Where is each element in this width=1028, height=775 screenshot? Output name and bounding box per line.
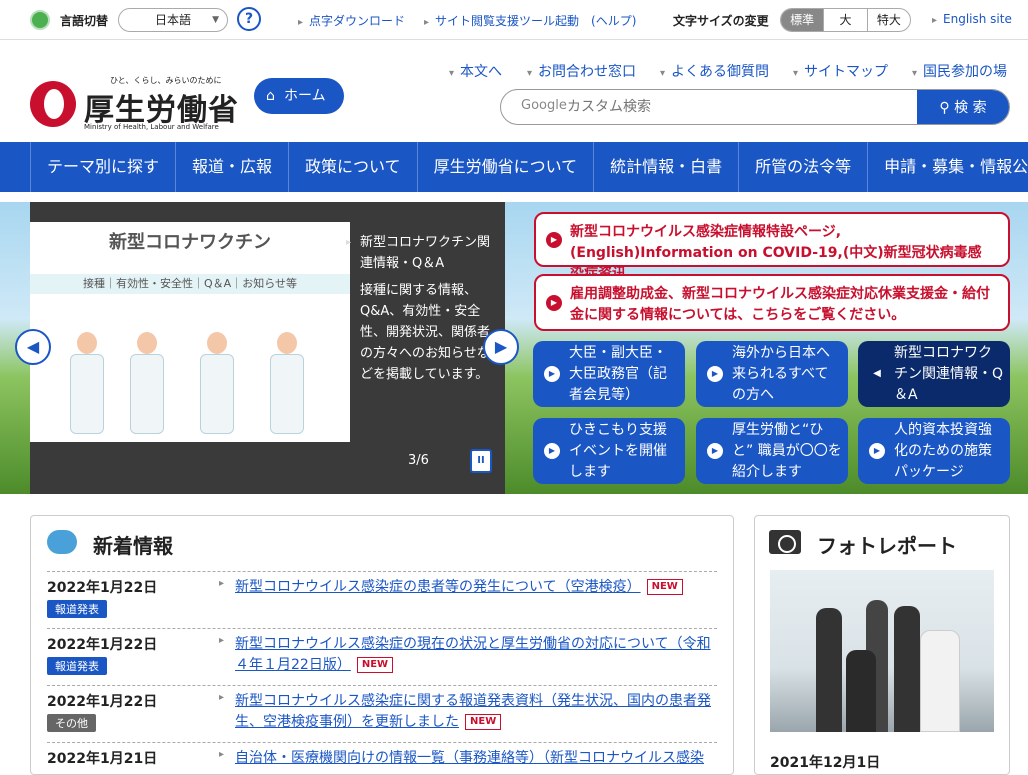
english-site-link[interactable]: English site <box>932 12 1012 26</box>
vaccine-banner-image[interactable]: 新型コロナワクチン 接種｜有効性・安全性｜Q＆A｜お知らせ等 <box>30 222 350 442</box>
font-size-standard[interactable]: 標準 <box>781 9 824 31</box>
news-category-badge: 報道発表 <box>47 657 107 675</box>
speech-bubble-icon <box>47 530 77 554</box>
photo-report-image[interactable] <box>770 570 994 732</box>
news-row: 2022年1月22日 報道発表 ▸ 新型コロナウイルス感染症の患者等の発生について（空… <box>47 571 717 618</box>
arrow-circle-icon: ▶ <box>869 443 885 459</box>
chevron-right-icon: ▸ <box>219 635 225 646</box>
news-title: 新着情報 <box>93 534 173 558</box>
nav-item-press[interactable]: 報道・広報 <box>176 142 290 192</box>
chevron-right-icon: ▸ <box>219 749 225 760</box>
news-date: 2022年1月21日 <box>47 751 158 767</box>
doctor-illustration-icon <box>200 332 234 452</box>
sitemap-link[interactable]: サイトマップ <box>793 61 888 81</box>
new-badge: NEW <box>465 714 502 730</box>
news-category-badge: 報道発表 <box>47 600 107 618</box>
font-size-large[interactable]: 大 <box>823 9 866 31</box>
photo-report-date: 2021年12月1日 <box>770 755 881 771</box>
carousel-next-button[interactable]: ▶ <box>483 329 519 365</box>
main-nav: テーマ別に探す 報道・広報 政策について 厚生労働省について 統計情報・白書 所… <box>0 142 1028 192</box>
arrow-circle-icon: ▶ <box>544 443 560 459</box>
quick-link-minister[interactable]: ▶ 大臣・副大臣・大臣政務官（記者会見等） <box>533 341 685 407</box>
search-box: Google ⚲ 検 索 <box>500 89 1010 125</box>
chevron-right-icon: ▸ <box>219 692 225 703</box>
home-icon: ⌂ <box>266 88 275 104</box>
news-panel: 新着情報 2022年1月22日 報道発表 ▸ 新型コロナウイルス感染症の患者等の発生に… <box>30 515 734 775</box>
carousel-slide: 新型コロナワクチン 接種｜有効性・安全性｜Q＆A｜お知らせ等 新型コロナワクチン… <box>30 202 505 494</box>
news-link[interactable]: 自治体・医療機関向けの情報一覧（事務連絡等）（新型コロナウイルス感染 <box>235 748 717 769</box>
chevron-right-icon: ▸ <box>219 578 225 589</box>
language-select[interactable]: 日本語 ▼ <box>118 8 228 32</box>
news-row: 2022年1月22日 報道発表 ▸ 新型コロナウイルス感染症の現在の状況と厚生労働省の… <box>47 628 717 675</box>
news-link[interactable]: 新型コロナウイルス感染症の患者等の発生について（空港検疫） NEW <box>235 577 717 598</box>
news-date: 2022年1月22日 <box>47 694 158 710</box>
utility-bar: 言語切替 日本語▼ ? 点字ダウンロード サイト閲覧支援ツール起動 (ヘルプ) … <box>0 0 1028 40</box>
carousel-caption-title[interactable]: 新型コロナワクチン関連情報・Q＆A <box>346 232 500 274</box>
search-icon: ⚲ <box>939 100 950 116</box>
font-size-toggle: 標準 大 特大 <box>780 8 911 32</box>
nav-item-laws[interactable]: 所管の法令等 <box>739 142 869 192</box>
carousel-caption: 新型コロナワクチン関連情報・Q＆A 接種に関する情報、Q&A、有効性・安全性、開… <box>346 232 500 385</box>
new-badge: NEW <box>356 657 394 673</box>
mhlw-logo-mark-icon <box>30 81 76 127</box>
home-button[interactable]: ⌂ ホーム <box>254 78 344 114</box>
quick-link-vaccine[interactable]: ◀ 新型コロナワクチン関連情報・Q＆A <box>858 341 1010 407</box>
public-participation-link[interactable]: 国民参加の場 <box>912 61 1007 81</box>
news-row: 2022年1月22日 その他 ▸ 新型コロナウイルス感染症に関する報道発表資料（発生状… <box>47 685 717 732</box>
nav-item-themes[interactable]: テーマ別に探す <box>30 142 177 192</box>
banner-title: 新型コロナワクチン <box>109 232 271 253</box>
arrow-circle-icon: ▶ <box>546 231 562 248</box>
covid-info-alert[interactable]: ▶ 新型コロナウイルス感染症情報特設ページ,(English)Informatio… <box>534 212 1010 282</box>
nav-item-about[interactable]: 厚生労働省について <box>418 142 595 192</box>
skip-to-content-link[interactable]: 本文へ <box>449 61 502 81</box>
site-header: ひと、くらし、みらいのために 厚生労働省 Ministry of Health,… <box>0 41 1028 142</box>
search-button[interactable]: ⚲ 検 索 <box>917 90 1009 124</box>
nav-item-applications[interactable]: 申請・募集・情報公開 <box>868 142 1028 192</box>
carousel-pause-button[interactable]: II <box>470 449 492 473</box>
news-date: 2022年1月22日 <box>47 580 158 596</box>
employment-subsidy-alert[interactable]: ▶ 雇用調整助成金、新型コロナウイルス感染症対応休業支援金・給付金に関する情報につ… <box>534 274 1010 331</box>
banner-subtitle: 接種｜有効性・安全性｜Q＆A｜お知らせ等 <box>30 274 350 294</box>
faq-link[interactable]: よくある御質問 <box>660 61 769 81</box>
photo-report-title: フォトレポート <box>817 534 957 558</box>
carousel-caption-body: 接種に関する情報、Q&A、有効性・安全性、開発状況、関係者の方々へのお知らせなど… <box>360 283 491 382</box>
contact-link[interactable]: お問合わせ窓口 <box>527 61 636 81</box>
news-date: 2022年1月22日 <box>47 637 158 653</box>
language-label: 言語切替 <box>60 14 109 28</box>
arrow-circle-icon: ▶ <box>544 366 560 382</box>
google-brand: Google <box>521 98 567 113</box>
carousel-counter: 3/6 <box>408 453 429 468</box>
accessibility-tool-link[interactable]: サイト閲覧支援ツール起動 (ヘルプ) <box>424 12 636 29</box>
quick-link-hikikomori[interactable]: ▶ ひきこもり支援イベントを開催します <box>533 418 685 484</box>
logo-name-en: Ministry of Health, Labour and Welfare <box>84 123 219 131</box>
nav-item-policy[interactable]: 政策について <box>289 142 418 192</box>
new-badge: NEW <box>646 579 683 595</box>
site-logo[interactable]: ひと、くらし、みらいのために 厚生労働省 Ministry of Health,… <box>30 75 240 135</box>
font-size-label: 文字サイズの変更 <box>673 14 769 28</box>
news-link[interactable]: 新型コロナウイルス感染症の現在の状況と厚生労働省の対応について（令和４年１月22… <box>235 634 717 676</box>
globe-icon <box>30 10 50 30</box>
news-category-badge: その他 <box>47 714 96 732</box>
chevron-down-icon: ▼ <box>212 15 219 25</box>
doctor-illustration-icon <box>70 332 104 452</box>
braille-download-link[interactable]: 点字ダウンロード <box>298 12 405 29</box>
arrow-circle-icon: ▶ <box>546 294 562 311</box>
font-size-xlarge[interactable]: 特大 <box>866 9 910 31</box>
search-input[interactable] <box>567 96 917 118</box>
photo-report-panel: フォトレポート 2021年12月1日 <box>754 515 1010 775</box>
quick-link-staff[interactable]: ▶ 厚生労働と“ひと” 職員が〇〇を紹介します <box>696 418 848 484</box>
doctor-illustration-icon <box>270 332 304 452</box>
chevron-left-icon: ◀ <box>873 368 881 379</box>
camera-icon <box>769 530 801 554</box>
news-link[interactable]: 新型コロナウイルス感染症に関する報道発表資料（発生状況、国内の患者発生、空港検疫… <box>235 691 717 733</box>
news-row: 2022年1月21日 ▸ 自治体・医療機関向けの情報一覧（事務連絡等）（新型コロナウ… <box>47 742 717 767</box>
quick-link-overseas[interactable]: ▶ 海外から日本へ来られるすべての方へ <box>696 341 848 407</box>
help-icon[interactable]: ? <box>237 7 261 31</box>
quick-link-human-capital[interactable]: ▶ 人的資本投資強化のための施策パッケージ <box>858 418 1010 484</box>
carousel-prev-button[interactable]: ◀ <box>15 329 51 365</box>
nav-item-statistics[interactable]: 統計情報・白書 <box>594 142 740 192</box>
arrow-circle-icon: ▶ <box>707 443 723 459</box>
doctor-illustration-icon <box>130 332 164 452</box>
arrow-circle-icon: ▶ <box>707 366 723 382</box>
